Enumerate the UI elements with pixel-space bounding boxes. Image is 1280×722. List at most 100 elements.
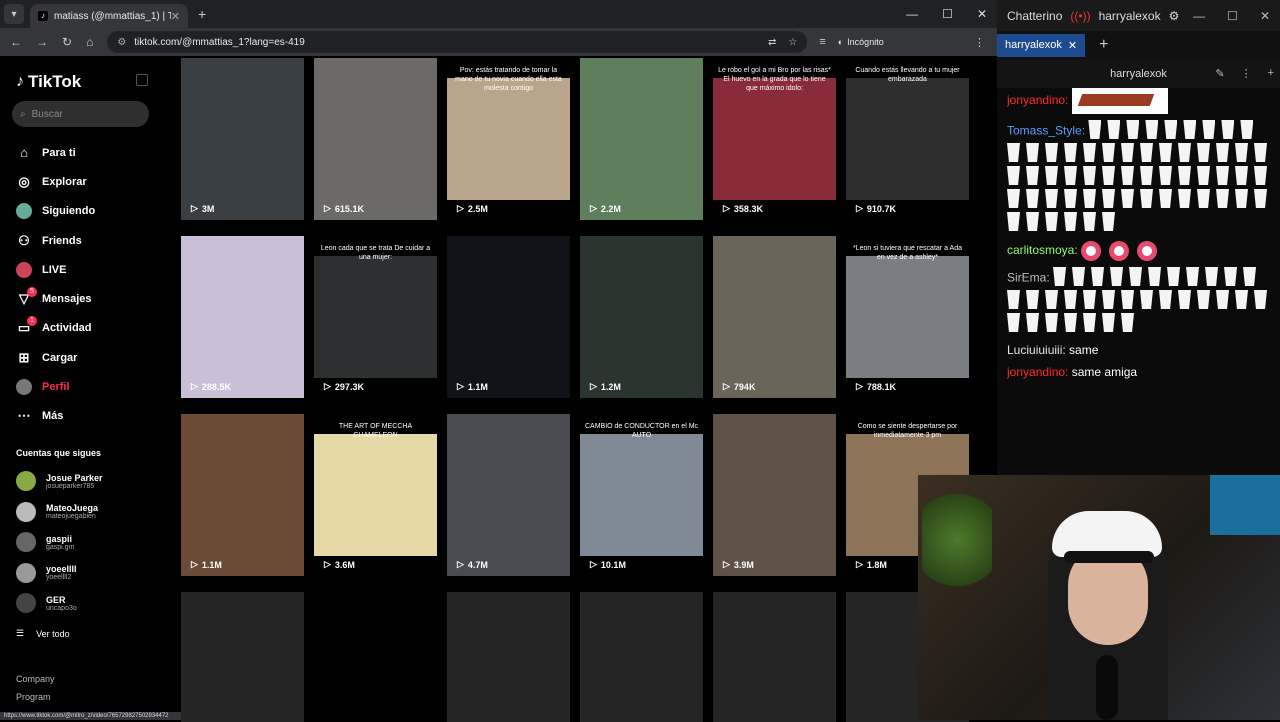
video-card[interactable]: ▷ 3.9M [713,414,836,576]
video-card[interactable]: ▷ 2.2M [580,58,703,220]
maximize-icon[interactable]: ☐ [1227,9,1238,23]
split-menu-icon[interactable]: ⋮ [1241,67,1252,80]
footer-link-company[interactable]: Company [16,670,55,688]
video-card[interactable]: THE ART OF MECCHA CHAMELEON ▷ 3.6M [314,414,437,576]
incognito-indicator[interactable]: ◐ Incógnito [838,37,884,47]
browser-tab[interactable]: ♪ matiass (@mmattias_1) | TikTok ✕ [30,4,188,28]
reading-list-icon[interactable]: ≡ [819,36,825,48]
view-count: ▷ 910.7K [856,203,896,214]
tab-harryalexok[interactable]: harryalexok ✕ [997,33,1086,57]
chat-username[interactable]: jonyandino: [1007,93,1068,107]
tiktok-note-icon: ♪ [16,73,24,90]
add-tab-button[interactable]: + [1099,36,1108,54]
video-card[interactable]: Leon cada que se trata De cuidar a una m… [314,236,437,398]
site-info-icon[interactable]: ⚙ [117,37,126,48]
video-card[interactable]: *Leon si tuviera que rescatar a Ada en v… [846,236,969,398]
cup-emote-icon [1197,290,1210,309]
cup-emote-icon [1254,189,1267,208]
settings-gear-icon[interactable]: ⚙ [1169,9,1180,23]
footer-link-program[interactable]: Program [16,688,55,706]
video-card[interactable]: ▷ 1.1M [447,236,570,398]
chat-app-title: Chatterino [1007,8,1063,23]
menu-item-perfil[interactable]: Perfil [16,372,95,401]
play-icon: ▷ [723,381,730,391]
view-count: ▷ 1.8M [856,559,887,570]
video-card[interactable]: ▷ 4.7M [447,414,570,576]
video-grid: ▷ 3M ▷ 615.1K Pov: estás tratando de tomar l… [181,56,971,722]
chat-username[interactable]: jonyandino: [1007,365,1068,379]
close-tab-icon[interactable]: ✕ [1068,39,1077,52]
chat-username[interactable]: carlitosmoya: [1007,243,1078,257]
menu-item-mensajes[interactable]: ▽ 5 Mensajes [16,284,95,313]
search-placeholder: Buscar [31,108,63,120]
close-window-icon[interactable]: ✕ [977,7,987,21]
view-count: ▷ 3.9M [723,559,754,570]
play-icon: ▷ [590,559,597,569]
cup-emote-icon [1216,143,1229,162]
menu-item-mas[interactable]: ⋯ Más [16,402,95,431]
following-item[interactable]: yoeellll yoeellll2 [16,558,103,589]
chat-username[interactable]: Luciuiuiuiii: [1007,343,1066,357]
chat-text: same amiga [1071,365,1138,379]
cup-emote-icon [1083,313,1096,332]
menu-item-live[interactable]: LIVE [16,255,95,284]
close-tab-icon[interactable]: ✕ [171,10,180,23]
moderation-icon[interactable]: ✎ [1215,67,1224,80]
video-card[interactable]: ▷ 794K [713,236,836,398]
video-thumbnail [181,236,304,398]
cup-emote-icon [1140,143,1153,162]
back-icon[interactable]: ← [10,35,22,49]
video-card[interactable]: CAMBIO de CONDUCTOR en el Mc AUTO ▷ 10.1M [580,414,703,576]
video-card[interactable]: ▷ 1.2M [580,236,703,398]
search-input[interactable]: ⌕ Buscar [12,101,149,127]
home-icon[interactable]: ⌂ [86,35,93,49]
video-card[interactable]: ▷ 3M [181,58,304,220]
menu-item-explorar[interactable]: ◎ Explorar [16,167,95,196]
heart-emote-icon [1081,241,1102,261]
collapse-sidebar-icon[interactable] [136,74,148,86]
bookmark-star-icon[interactable]: ☆ [788,37,797,48]
following-item[interactable]: Josue Parker josueparker785 [16,466,103,497]
cup-emote-icon [1224,267,1238,286]
chat-username[interactable]: Tomass_Style: [1007,124,1085,138]
see-all-link[interactable]: ☰ Ver todo [16,628,70,639]
reload-icon[interactable]: ↻ [62,35,72,49]
menu-item-actividad[interactable]: ▭ 1 Actividad [16,314,95,343]
new-tab-button[interactable]: + [198,6,206,22]
translate-icon[interactable]: ⇄ [768,37,776,48]
video-card[interactable]: Cuando estás llevando a tu mujer embaraz… [846,58,969,220]
tiktok-logo[interactable]: ♪ TikTok [16,72,81,92]
menu-item-siguiendo[interactable]: Siguiendo [16,197,95,226]
video-card[interactable]: ▷ 288.5K [181,236,304,398]
video-card[interactable]: Pov: estás tratando de tomar la mano de … [447,58,570,220]
following-item[interactable]: GER uncapo3o [16,588,103,619]
menu-item-para-ti[interactable]: ⌂ Para ti [16,138,95,167]
following-item[interactable]: MateoJuega mateojuegabien [16,497,103,528]
chat-split-header: harryalexok ✎ ⋮ + [997,59,1280,88]
following-item[interactable]: gaspii gaspi.gm [16,527,103,558]
following-name: yoeellll [46,564,77,575]
see-all-label: Ver todo [36,628,70,639]
address-bar-row: ← → ↻ ⌂ ⚙ tiktok.com/@mmattias_1?lang=es… [0,28,997,56]
minimize-icon[interactable]: — [906,7,918,21]
add-split-icon[interactable]: + [1268,67,1274,80]
cup-emote-icon [1178,290,1191,309]
loading-video-card [580,592,703,722]
video-card[interactable]: ▷ 1.1M [181,414,304,576]
maximize-icon[interactable]: ☐ [942,7,953,21]
url-field[interactable]: ⚙ tiktok.com/@mmattias_1?lang=es-419 ⇄ ☆ [107,31,808,53]
forward-icon[interactable]: → [36,35,48,49]
logo-text: TikTok [28,72,82,91]
browser-menu-icon[interactable]: ⋮ [974,36,985,49]
video-card[interactable]: ▷ 615.1K [314,58,437,220]
chat-username[interactable]: SirEma: [1007,271,1050,285]
close-window-icon[interactable]: ✕ [1260,9,1270,23]
video-card[interactable]: Le robo el gol a mi Bro por las risas* E… [713,58,836,220]
tab-search-button[interactable]: ▾ [4,4,24,24]
cup-emote-icon [1235,290,1248,309]
cup-emote-icon [1202,120,1216,139]
cup-emote-icon [1235,166,1248,185]
minimize-icon[interactable]: — [1193,9,1205,23]
menu-item-cargar[interactable]: ⊞ Cargar [16,343,95,372]
menu-item-friends[interactable]: ⚇ Friends [16,226,95,255]
